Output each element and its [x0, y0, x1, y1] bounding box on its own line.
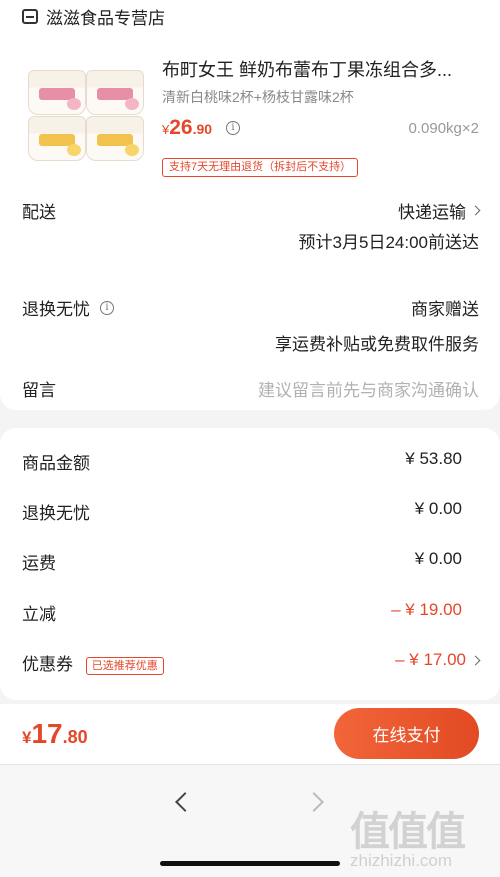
- watermark-mark: 值值值: [350, 799, 466, 857]
- chevron-right-icon: [470, 655, 481, 665]
- pudding-cup-image: [86, 70, 144, 115]
- pudding-cup-image: [86, 116, 144, 161]
- browser-nav-bar: 值值值 zhizhizhi.com: [0, 764, 500, 877]
- shop-name: 滋滋食品专营店: [46, 8, 165, 28]
- coupon-value: – ¥ 17.00: [395, 650, 466, 669]
- forward-arrow-icon[interactable]: [304, 792, 324, 812]
- total-price: ¥ 17 .80: [22, 718, 88, 750]
- pudding-cup-image: [28, 70, 86, 115]
- product-price: ¥ 26 .90: [162, 116, 212, 140]
- price-info-icon[interactable]: i: [226, 121, 240, 135]
- product-title[interactable]: 布町女王 鲜奶布蕾布丁果冻组合多...: [162, 56, 472, 82]
- delivery-estimate-text: 预计3月5日24:00前送达: [298, 233, 479, 252]
- return-service-provider: 商家赠送: [411, 295, 479, 320]
- shop-header[interactable]: 滋滋食品专营店: [22, 4, 165, 28]
- order-card: 滋滋食品专营店 布町女王 鲜奶布蕾布丁果冻组合多... 清新白桃味2杯+杨枝甘露…: [0, 0, 500, 410]
- product-spec[interactable]: 清新白桃味2杯+杨枝甘露味2杯: [162, 87, 354, 107]
- shipping-fee-value: ¥ 0.00: [414, 549, 462, 568]
- total-decimal: .80: [62, 727, 88, 747]
- total-integer: 17: [31, 718, 63, 749]
- return-service-label-text: 退换无忧: [22, 300, 90, 319]
- message-placeholder: 建议留言前先与商家沟通确认: [258, 381, 479, 400]
- return-policy-badge: 支持7天无理由退货（拆封后不支持）: [162, 158, 359, 177]
- price-integer: 26: [169, 116, 193, 139]
- pudding-cup-image: [28, 116, 86, 161]
- return-service-description-text: 享运费补贴或免费取件服务: [275, 335, 479, 354]
- product-weight: 0.090kg×2: [408, 120, 479, 137]
- goods-amount-value: ¥ 53.80: [405, 449, 462, 468]
- message-input[interactable]: 建议留言前先与商家沟通确认: [258, 376, 479, 401]
- return-fee-value: ¥ 0.00: [414, 499, 462, 518]
- price-symbol: ¥: [162, 122, 170, 137]
- return-service-provider-text: 商家赠送: [411, 300, 479, 319]
- message-label: 留言: [22, 381, 56, 400]
- chevron-right-icon: [470, 205, 481, 216]
- discount-label: 立减: [22, 605, 56, 624]
- delivery-estimate: 预计3月5日24:00前送达: [299, 228, 479, 253]
- shipping-fee-label: 运费: [22, 554, 56, 573]
- price-summary-card: 商品金额 ¥ 53.80 退换无忧 ¥ 0.00 运费 ¥ 0.00 立减 – …: [0, 428, 500, 700]
- discount-value: – ¥ 19.00: [391, 600, 462, 619]
- coupon-label-text: 优惠券: [22, 655, 73, 674]
- price-decimal: .90: [192, 121, 213, 137]
- delivery-method-text: 快递运输: [398, 203, 466, 222]
- pay-online-button[interactable]: 在线支付: [334, 708, 479, 759]
- return-service-description: 享运费补贴或免费取件服务: [275, 330, 479, 355]
- return-info-icon[interactable]: i: [100, 300, 114, 315]
- back-arrow-icon[interactable]: [175, 792, 195, 812]
- coupon-tag: 已选推荐优惠: [85, 656, 164, 675]
- total-symbol: ¥: [22, 728, 32, 747]
- return-fee-label: 退换无忧: [22, 504, 90, 523]
- coupon-selector[interactable]: – ¥ 17.00: [395, 650, 481, 670]
- product-image[interactable]: [20, 62, 150, 162]
- delivery-label: 配送: [22, 203, 56, 222]
- watermark-mark-text: 值值值: [350, 810, 466, 854]
- shop-icon: [22, 8, 38, 24]
- delivery-method[interactable]: 快递运输: [398, 198, 481, 223]
- return-service-label: 退换无忧 i: [22, 295, 114, 320]
- watermark-url: zhizhizhi.com: [350, 851, 453, 870]
- goods-amount-label: 商品金额: [22, 454, 90, 473]
- home-indicator[interactable]: [160, 861, 340, 866]
- payment-bar: ¥ 17 .80 在线支付: [0, 704, 500, 764]
- coupon-label: 优惠券 已选推荐优惠: [22, 650, 164, 675]
